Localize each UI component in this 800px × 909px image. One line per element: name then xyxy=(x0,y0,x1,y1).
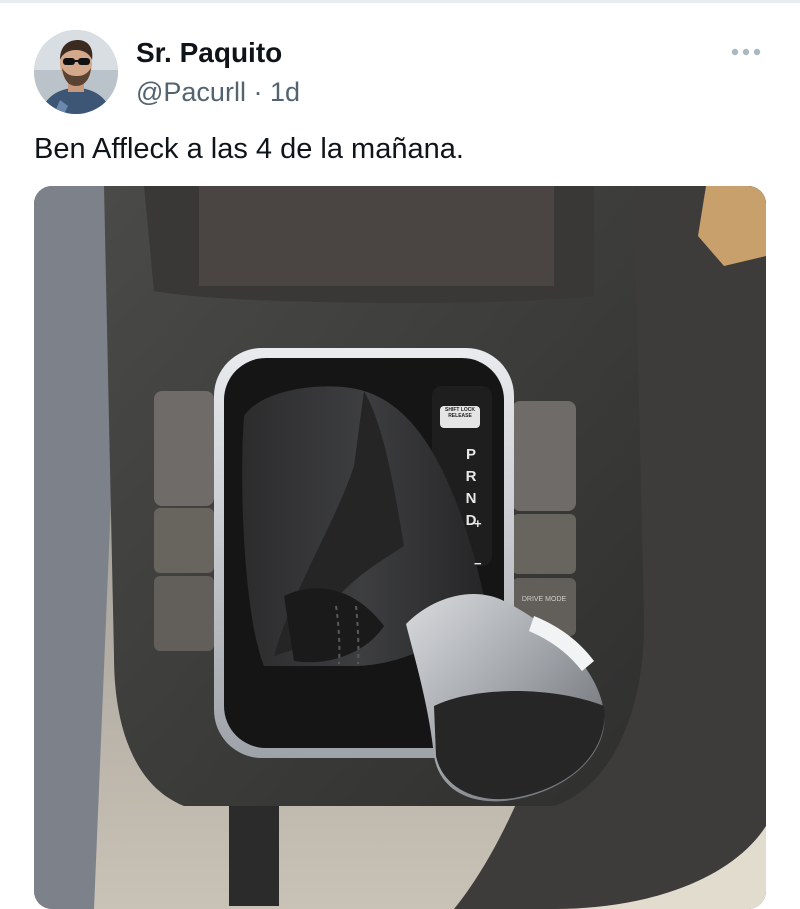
top-divider xyxy=(0,0,800,3)
shifter-position-d: D xyxy=(465,512,477,529)
author-meta: @Pacurll · 1d xyxy=(136,76,300,108)
meta-separator: · xyxy=(253,77,263,107)
avatar[interactable] xyxy=(34,30,118,114)
shifter-minus: − xyxy=(474,556,482,571)
tweet-text: Ben Affleck a las 4 de la mañana. xyxy=(34,133,464,165)
more-options-button[interactable] xyxy=(726,40,766,64)
shifter-position-r: R xyxy=(465,468,477,485)
drive-mode-badge: DRIVE MODE xyxy=(521,596,567,603)
tweet-media-image[interactable]: P R N D + − SHIFT LOCK RELEASE DRIVE MOD… xyxy=(34,186,766,909)
shifter-plus: + xyxy=(474,516,482,531)
shift-lock-badge: SHIFT LOCK RELEASE xyxy=(445,407,475,419)
shifter-labels: P R N D xyxy=(451,444,491,532)
more-horizontal-icon xyxy=(731,48,761,56)
author-display-name[interactable]: Sr. Paquito xyxy=(136,36,282,70)
shifter-signs: + − xyxy=(474,504,482,584)
car-shifter-photo xyxy=(34,186,766,909)
shifter-position-n: N xyxy=(465,490,477,507)
author-handle[interactable]: @Pacurll xyxy=(136,77,246,107)
shifter-position-p: P xyxy=(465,446,476,463)
avatar-image xyxy=(34,30,118,114)
tweet-timestamp[interactable]: 1d xyxy=(270,77,300,107)
